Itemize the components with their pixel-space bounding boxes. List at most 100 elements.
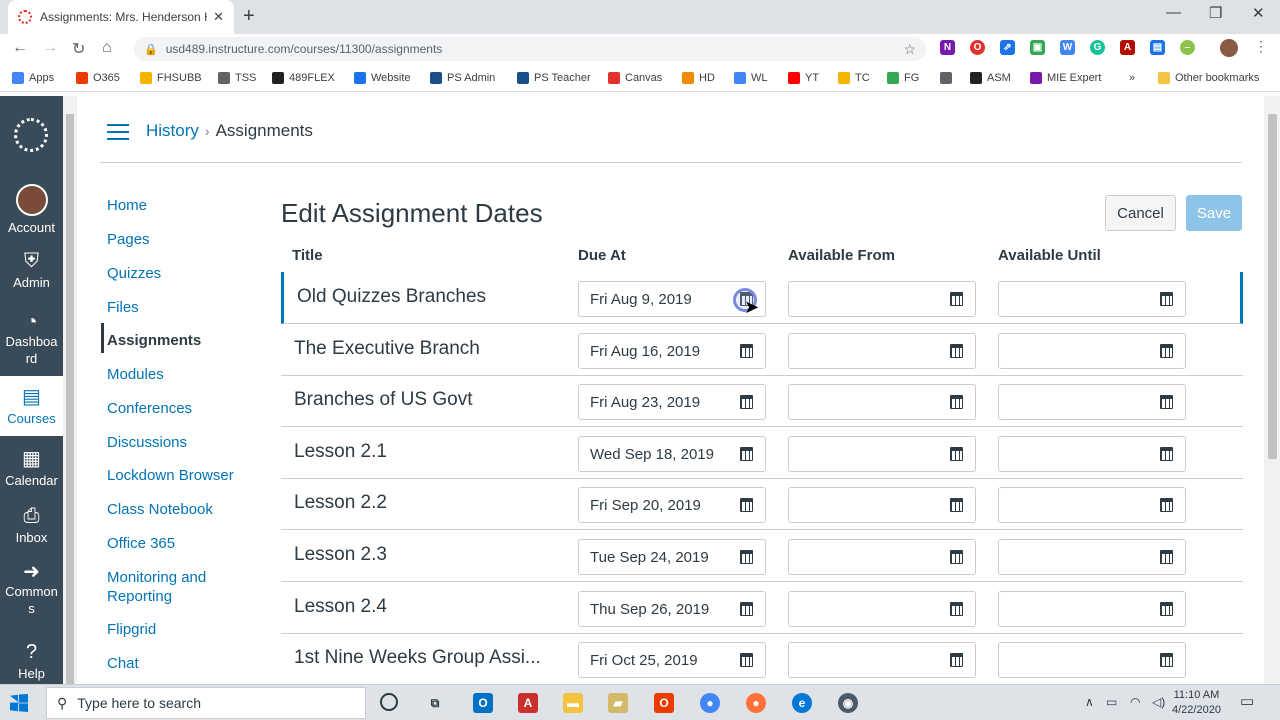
available-from-input[interactable] [788, 281, 976, 317]
edge-icon[interactable]: e [792, 693, 812, 713]
course-nav-flipgrid[interactable]: Flipgrid [107, 620, 257, 639]
calendar-icon[interactable] [740, 550, 753, 564]
tray-app-icon[interactable]: ▭ [1106, 695, 1117, 709]
bookmark-item[interactable]: FG [887, 72, 919, 84]
bookmark-item[interactable]: FHSUBB [140, 72, 202, 84]
cancel-button[interactable]: Cancel [1105, 195, 1176, 231]
course-nav-quizzes[interactable]: Quizzes [107, 264, 257, 283]
bookmark-item[interactable]: ASM [970, 72, 1011, 84]
calendar-icon[interactable] [740, 653, 753, 668]
office-icon[interactable]: O [654, 693, 674, 713]
windows-start-icon[interactable] [10, 694, 28, 712]
available-from-input[interactable] [788, 332, 976, 369]
available-from-input[interactable] [788, 487, 976, 524]
close-tab-icon[interactable]: ✕ [213, 9, 224, 25]
available-until-input[interactable] [998, 435, 1186, 472]
course-nav-pages[interactable]: Pages [107, 230, 257, 249]
calendar-icon[interactable] [1160, 446, 1173, 461]
available-from-input[interactable] [788, 642, 976, 679]
due-at-input[interactable]: Fri Oct 25, 2019 [578, 642, 766, 679]
available-until-input[interactable] [998, 642, 1186, 679]
due-at-input[interactable]: Fri Aug 16, 2019 [578, 332, 766, 369]
back-icon[interactable]: ← [12, 39, 28, 57]
save-button[interactable]: Save [1186, 195, 1242, 231]
calendar-icon[interactable] [1160, 653, 1173, 668]
course-nav-class-notebook[interactable]: Class Notebook [107, 500, 257, 519]
calendar-icon[interactable] [740, 498, 753, 513]
show-hidden-icons-icon[interactable]: ∧ [1085, 695, 1094, 709]
calendar-icon[interactable] [950, 498, 963, 513]
forward-icon[interactable]: → [42, 39, 58, 57]
course-menu-toggle-icon[interactable] [107, 124, 129, 145]
bookmark-item[interactable]: PS Teacher [517, 72, 591, 84]
w-extension-icon[interactable]: W [1060, 40, 1075, 55]
canvas-logo-icon[interactable] [14, 118, 48, 152]
available-until-input[interactable] [998, 539, 1186, 575]
calendar-icon[interactable] [1160, 395, 1173, 410]
due-at-input[interactable]: Fri Aug 23, 2019 [578, 384, 766, 421]
available-from-input[interactable] [788, 384, 976, 421]
calendar-icon[interactable] [740, 446, 753, 461]
course-nav-files[interactable]: Files [107, 298, 257, 317]
global-nav-calendar[interactable]: ▦ Calendar [0, 446, 63, 488]
course-nav-home[interactable]: Home [107, 196, 257, 215]
breadcrumb-course-link[interactable]: History [146, 121, 199, 140]
due-at-input[interactable]: Thu Sep 26, 2019 [578, 590, 766, 627]
reload-icon[interactable]: ↻ [72, 39, 85, 59]
onenote-extension-icon[interactable]: N [940, 40, 955, 55]
due-at-input[interactable]: Tue Sep 24, 2019 [578, 539, 766, 575]
calendar-icon[interactable] [950, 601, 963, 616]
calendar-icon[interactable] [950, 395, 963, 410]
calendar-icon[interactable] [950, 653, 963, 668]
due-at-input[interactable]: Wed Sep 18, 2019 [578, 435, 766, 472]
grammarly-extension-icon[interactable]: G [1090, 40, 1105, 55]
bookmark-item[interactable]: Website [354, 72, 411, 84]
bookmark-item[interactable]: MIE Expert [1030, 72, 1101, 84]
calendar-icon[interactable] [740, 343, 753, 358]
calendar-icon[interactable] [1160, 550, 1173, 564]
available-until-input[interactable] [998, 332, 1186, 369]
other-bookmarks[interactable]: Other bookmarks [1158, 72, 1259, 84]
system-clock[interactable]: 11:10 AM 4/22/2020 [1172, 688, 1221, 718]
window-close-icon[interactable]: ✕ [1252, 4, 1265, 22]
extension-icon[interactable]: – [1180, 40, 1195, 55]
bookmark-item[interactable] [940, 72, 957, 84]
calendar-icon[interactable] [740, 601, 753, 616]
bookmark-item[interactable]: Apps [12, 72, 54, 84]
profile-avatar[interactable] [1220, 39, 1238, 57]
calendar-icon[interactable] [1160, 343, 1173, 358]
outlook-icon[interactable]: O [473, 693, 493, 713]
course-nav-monitoring-and-reporting[interactable]: Monitoring and Reporting [107, 568, 257, 606]
menu-icon[interactable]: ⋮ [1254, 38, 1268, 55]
calendar-icon[interactable] [1160, 601, 1173, 616]
address-bar[interactable]: 🔒 usd489.instructure.com/courses/11300/a… [134, 37, 926, 61]
course-nav-assignments[interactable]: Assignments [107, 331, 257, 350]
available-until-input[interactable] [998, 384, 1186, 421]
bookmark-item[interactable]: O365 [76, 72, 120, 84]
bookmark-item[interactable]: Canvas [608, 72, 662, 84]
course-nav-office-365[interactable]: Office 365 [107, 534, 257, 553]
bookmark-item[interactable]: TC [838, 72, 870, 84]
global-nav-commons[interactable]: ➜ Common s [0, 562, 63, 617]
volume-icon[interactable]: ◁) [1152, 695, 1165, 709]
acrobat-extension-icon[interactable]: A [1120, 40, 1135, 55]
bookmark-item[interactable]: YT [788, 72, 819, 84]
opera-extension-icon[interactable]: O [970, 40, 985, 55]
bookmark-item[interactable]: TSS [218, 72, 256, 84]
course-nav-chat[interactable]: Chat [107, 654, 257, 673]
available-until-input[interactable] [998, 590, 1186, 627]
available-from-input[interactable] [788, 590, 976, 627]
calendar-icon[interactable] [740, 395, 753, 410]
calendar-icon[interactable] [950, 343, 963, 358]
task-view-icon[interactable]: ⧉ [425, 693, 445, 713]
course-nav-scrollbar[interactable] [63, 96, 77, 714]
firefox-icon[interactable]: ● [746, 693, 766, 713]
global-nav-courses[interactable]: ▤ Courses [0, 376, 63, 436]
calendar-icon[interactable] [950, 550, 963, 564]
course-nav-conferences[interactable]: Conferences [107, 399, 257, 418]
course-nav-lockdown-browser[interactable]: Lockdown Browser [107, 466, 257, 485]
available-until-input[interactable] [998, 281, 1186, 317]
new-tab-icon[interactable]: + [243, 5, 255, 28]
global-nav-dashboard[interactable]: ◔ Dashboa rd [0, 312, 63, 367]
notifications-icon[interactable]: ▭ [1240, 692, 1254, 710]
